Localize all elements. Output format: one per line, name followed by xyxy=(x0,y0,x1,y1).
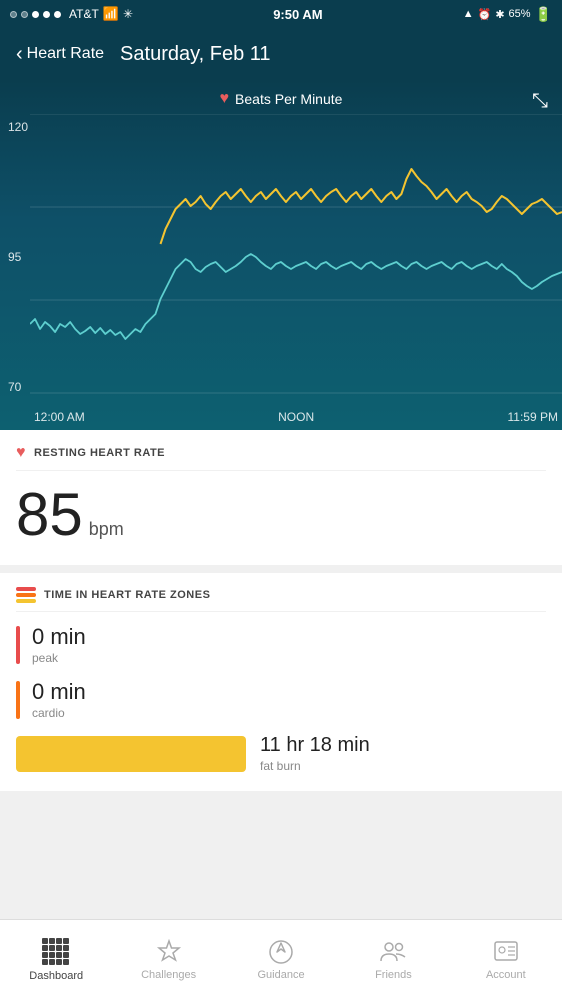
signal-dot-5 xyxy=(54,11,61,18)
zone-value-cardio: 0 min xyxy=(32,679,86,705)
zone-label-fatburn: fat burn xyxy=(260,759,370,773)
zone-indicator-cardio xyxy=(16,681,20,719)
nav-label-dashboard: Dashboard xyxy=(29,970,83,982)
battery-icon: 🔋 xyxy=(535,6,552,23)
challenges-icon xyxy=(156,939,182,965)
x-label-start: 12:00 AM xyxy=(34,410,85,424)
nav-item-friends[interactable]: Friends xyxy=(337,920,449,999)
zone-indicator-peak xyxy=(16,626,20,664)
y-label-120: 120 xyxy=(8,120,28,134)
signal-dot-3 xyxy=(32,11,39,18)
zones-icon-bar-peak xyxy=(16,587,36,591)
chart-legend: ♥ Beats Per Minute xyxy=(0,80,562,112)
nav-label-friends: Friends xyxy=(375,969,412,981)
zone-bar-text-fatburn: 11 hr 18 min fat burn xyxy=(260,734,370,773)
brightness-icon: ✳ xyxy=(123,7,133,21)
nav-label-challenges: Challenges xyxy=(141,969,196,981)
alarm-icon: ⏰ xyxy=(478,8,492,21)
zone-text-peak: 0 min peak xyxy=(32,624,86,665)
chart-svg xyxy=(30,114,562,394)
location-icon: ▲ xyxy=(463,8,474,20)
signal-dot-4 xyxy=(43,11,50,18)
heart-icon: ♥ xyxy=(220,90,230,108)
resting-unit: bpm xyxy=(89,519,124,540)
zones-icon-bar-cardio xyxy=(16,593,36,597)
header: ‹ Heart Rate Saturday, Feb 11 xyxy=(0,28,562,80)
zones-title: TIME IN HEART RATE ZONES xyxy=(16,587,546,612)
nav-label-guidance: Guidance xyxy=(257,969,304,981)
zones-section: TIME IN HEART RATE ZONES 0 min peak 0 mi… xyxy=(0,573,562,791)
signal-dot-2 xyxy=(21,11,28,18)
back-arrow-icon: ‹ xyxy=(16,43,23,66)
nav-label-account: Account xyxy=(486,969,526,981)
y-label-95: 95 xyxy=(8,250,28,264)
page-title: Saturday, Feb 11 xyxy=(120,43,270,66)
zones-icon-bar-fatburn xyxy=(16,599,36,603)
dashboard-icon xyxy=(42,938,70,966)
status-left: AT&T 📶 ✳ xyxy=(10,6,133,22)
zone-label-cardio: cardio xyxy=(32,706,86,720)
zone-label-peak: peak xyxy=(32,651,86,665)
nav-item-account[interactable]: Account xyxy=(450,920,562,999)
chart-y-labels: 120 95 70 xyxy=(8,120,28,394)
battery-label: 65% xyxy=(509,8,531,20)
carrier-label: AT&T xyxy=(69,7,99,21)
zone-row-peak: 0 min peak xyxy=(16,624,546,665)
bottom-nav: Dashboard Challenges Guidance Friends xyxy=(0,919,562,999)
status-time: 9:50 AM xyxy=(273,7,322,22)
zone-value-peak: 0 min xyxy=(32,624,86,650)
zone-text-cardio: 0 min cardio xyxy=(32,679,86,720)
zone-value-fatburn: 11 hr 18 min xyxy=(260,734,370,757)
zone-row-cardio: 0 min cardio xyxy=(16,679,546,720)
zone-row-fatburn: 11 hr 18 min fat burn xyxy=(16,734,546,773)
back-label: Heart Rate xyxy=(27,45,104,63)
nav-item-guidance[interactable]: Guidance xyxy=(225,920,337,999)
status-bar: AT&T 📶 ✳ 9:50 AM ▲ ⏰ ✱ 65% 🔋 xyxy=(0,0,562,28)
nav-item-dashboard[interactable]: Dashboard xyxy=(0,920,112,999)
account-icon xyxy=(493,939,519,965)
y-label-70: 70 xyxy=(8,380,28,394)
friends-icon xyxy=(379,939,407,965)
guidance-icon xyxy=(268,939,294,965)
chart-container: ♥ Beats Per Minute ⤡ 120 95 70 12:00 AM … xyxy=(0,80,562,430)
nav-item-challenges[interactable]: Challenges xyxy=(112,920,224,999)
wifi-icon: 📶 xyxy=(103,6,119,22)
resting-title: ♥ RESTING HEART RATE xyxy=(16,444,546,471)
zones-icon xyxy=(16,587,36,603)
status-right: ▲ ⏰ ✱ 65% 🔋 xyxy=(463,6,552,23)
zone-bar-fatburn xyxy=(16,736,246,772)
bluetooth-icon: ✱ xyxy=(495,8,504,21)
x-label-end: 11:59 PM xyxy=(508,410,558,424)
expand-button[interactable]: ⤡ xyxy=(532,90,548,113)
resting-value: 85 bpm xyxy=(16,479,546,551)
chart-legend-label: Beats Per Minute xyxy=(235,91,342,107)
resting-section: ♥ RESTING HEART RATE 85 bpm xyxy=(0,430,562,565)
resting-number: 85 xyxy=(16,485,83,545)
signal-dot-1 xyxy=(10,11,17,18)
x-label-noon: NOON xyxy=(278,410,314,424)
chart-x-labels: 12:00 AM NOON 11:59 PM xyxy=(30,410,562,424)
back-button[interactable]: ‹ Heart Rate xyxy=(16,43,104,66)
resting-heart-icon: ♥ xyxy=(16,444,26,462)
